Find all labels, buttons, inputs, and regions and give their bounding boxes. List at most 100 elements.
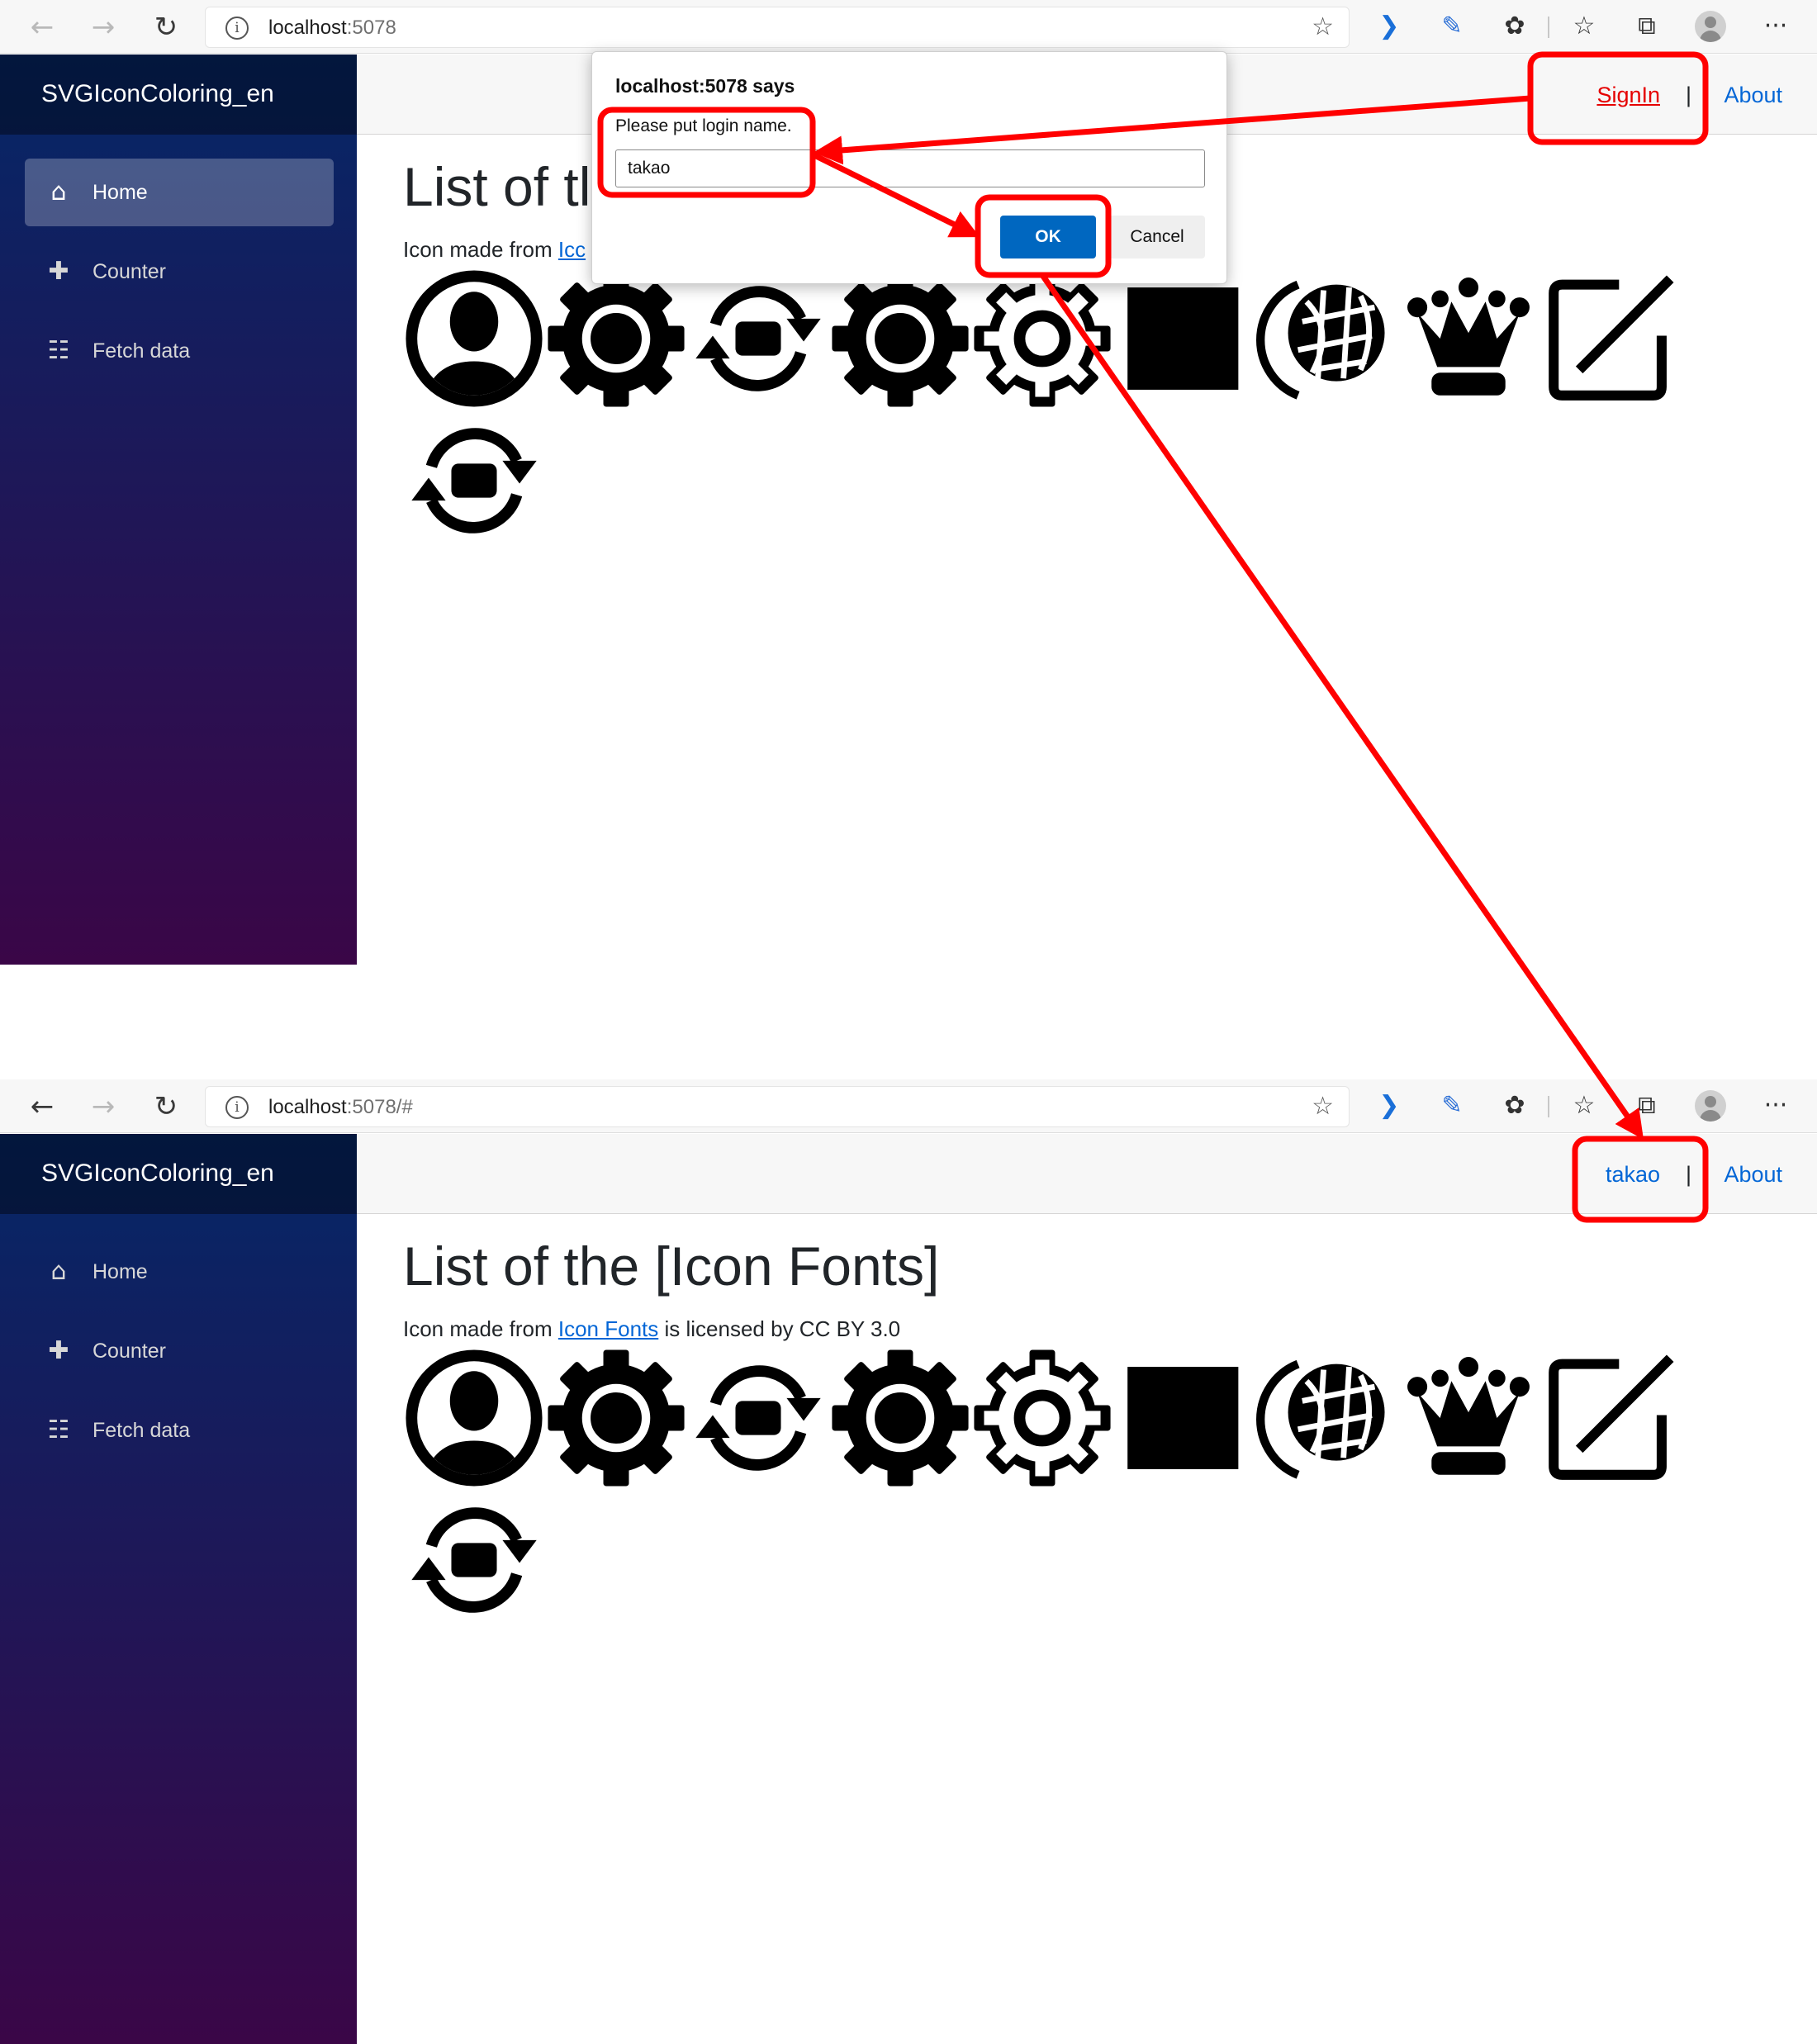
sidebar-item-label: Counter (93, 1340, 166, 1363)
user-circle-icon (403, 1347, 545, 1489)
extension-arrow-icon[interactable]: ❯ (1373, 1089, 1406, 1122)
more-menu-icon[interactable]: ··· (1759, 10, 1792, 43)
sidebar-item-label: Home (93, 181, 148, 204)
reload-icon[interactable]: ↻ (147, 8, 185, 46)
back-arrow-icon[interactable]: ← (23, 8, 61, 46)
screenshot-before-signin: ← → ↻ i localhost:5078 ☆ ❯ ✎ ✿ ☆ ⧉ ··· S… (0, 0, 1817, 965)
login-name-input[interactable]: takao (615, 149, 1205, 187)
sidebar-item-label: Fetch data (93, 1419, 191, 1442)
home-icon: ⌂ (50, 178, 67, 206)
pen-icon[interactable]: ✎ (1435, 10, 1468, 43)
icon-list (403, 268, 1691, 552)
gear-outline-icon (971, 268, 1113, 410)
url-host: localhost (268, 17, 347, 39)
sync-icon (403, 410, 545, 552)
credit-line: Icon made from Icon Fonts is licensed by… (403, 1316, 1791, 1342)
signin-link[interactable]: SignIn (1596, 81, 1660, 109)
info-icon[interactable]: i (225, 17, 249, 40)
url-rest: :5078/# (346, 1096, 413, 1118)
square-icon (1113, 1347, 1255, 1489)
puzzle-icon[interactable]: ✿ (1498, 10, 1531, 43)
crown-icon (1397, 1347, 1539, 1489)
favorites-icon[interactable]: ☆ (1568, 10, 1601, 43)
gear-icon (545, 268, 687, 410)
credit-prefix: Icon made from (403, 1316, 558, 1341)
collections-icon[interactable]: ⧉ (1630, 1089, 1663, 1122)
brand-title[interactable]: SVGIconColoring_en (41, 1158, 274, 1189)
brand-bar: SVGIconColoring_en (0, 1134, 357, 1214)
top-row-separator: | (1685, 83, 1691, 107)
forward-arrow-icon[interactable]: → (84, 1088, 122, 1126)
main-content: List of the [Icon Fonts] Icon made from … (403, 1233, 1791, 1631)
globe-icon (1255, 1347, 1397, 1489)
globe-icon (1255, 268, 1397, 410)
sidebar-item-label: Home (93, 1260, 148, 1283)
sidebar-item-home[interactable]: ⌂ Home (25, 159, 334, 226)
sidebar-item-home[interactable]: ⌂ Home (25, 1238, 334, 1306)
icon-fonts-link[interactable]: Icon Fonts (558, 1316, 658, 1341)
dialog-title: localhost:5078 says (615, 75, 795, 97)
address-bar[interactable]: i localhost:5078/# ☆ (205, 1086, 1350, 1127)
gear-icon (829, 268, 971, 410)
url-rest: :5078 (346, 17, 396, 39)
sync-icon (403, 1489, 545, 1631)
top-row-separator: | (1685, 1162, 1691, 1187)
edit-icon (1539, 268, 1682, 410)
url-host: localhost (268, 1096, 347, 1118)
pen-icon[interactable]: ✎ (1435, 1089, 1468, 1122)
list-icon: ☷ (47, 1416, 70, 1444)
sidebar-item-fetch-data[interactable]: ☷ Fetch data (25, 317, 334, 385)
puzzle-icon[interactable]: ✿ (1498, 1089, 1531, 1122)
dialog-message: Please put login name. (615, 116, 792, 135)
reload-icon[interactable]: ↻ (147, 1088, 185, 1126)
favorites-icon[interactable]: ☆ (1568, 1089, 1601, 1122)
forward-arrow-icon[interactable]: → (84, 8, 122, 46)
cancel-button[interactable]: Cancel (1109, 216, 1205, 258)
icon-fonts-link[interactable]: Icc (558, 237, 586, 262)
favorite-add-icon[interactable]: ☆ (1312, 14, 1334, 40)
ok-button[interactable]: OK (1000, 216, 1096, 258)
brand-title[interactable]: SVGIconColoring_en (41, 78, 274, 110)
url-text[interactable]: localhost:5078 (268, 16, 396, 40)
sidebar-item-label: Counter (93, 260, 166, 283)
toolbar-divider (1548, 1096, 1549, 1117)
square-icon (1113, 268, 1255, 410)
toolbar-divider (1548, 17, 1549, 38)
more-menu-icon[interactable]: ··· (1759, 1089, 1792, 1122)
icon-list (403, 1347, 1691, 1631)
gear-icon (545, 1347, 687, 1489)
gear-icon (829, 1347, 971, 1489)
address-bar[interactable]: i localhost:5078 ☆ (205, 7, 1350, 48)
collections-icon[interactable]: ⧉ (1630, 10, 1663, 43)
profile-avatar-icon[interactable] (1695, 11, 1726, 42)
about-link[interactable]: About (1724, 81, 1782, 109)
url-text[interactable]: localhost:5078/# (268, 1095, 413, 1120)
sidebar: SVGIconColoring_en ⌂ Home ✚ Counter ☷ Fe… (0, 55, 357, 965)
list-icon: ☷ (47, 336, 70, 365)
sidebar-item-fetch-data[interactable]: ☷ Fetch data (25, 1397, 334, 1464)
sidebar: SVGIconColoring_en ⌂ Home ✚ Counter ☷ Fe… (0, 1134, 357, 2044)
user-name-link[interactable]: takao (1606, 1160, 1660, 1188)
plus-icon: ✚ (48, 1336, 69, 1365)
user-circle-icon (403, 268, 545, 410)
back-arrow-icon[interactable]: ← (23, 1088, 61, 1126)
sidebar-item-label: Fetch data (93, 339, 191, 363)
favorite-add-icon[interactable]: ☆ (1312, 1093, 1334, 1120)
brand-bar: SVGIconColoring_en (0, 55, 357, 135)
credit-suffix: is licensed by CC BY 3.0 (658, 1316, 901, 1341)
edit-icon (1539, 1347, 1682, 1489)
sync-icon (687, 1347, 829, 1489)
sidebar-item-counter[interactable]: ✚ Counter (25, 238, 334, 306)
profile-avatar-icon[interactable] (1695, 1090, 1726, 1122)
home-icon: ⌂ (50, 1257, 67, 1286)
page-title: List of the [Icon Fonts] (403, 1235, 940, 1297)
credit-prefix: Icon made from (403, 237, 558, 262)
info-icon[interactable]: i (225, 1096, 249, 1119)
about-link[interactable]: About (1724, 1160, 1782, 1188)
sidebar-item-counter[interactable]: ✚ Counter (25, 1317, 334, 1385)
screenshot-after-signin: ← → ↻ i localhost:5078/# ☆ ❯ ✎ ✿ ☆ ⧉ ···… (0, 1079, 1817, 2044)
extension-arrow-icon[interactable]: ❯ (1373, 10, 1406, 43)
crown-icon (1397, 268, 1539, 410)
sync-icon (687, 268, 829, 410)
top-row: takao | About (357, 1134, 1817, 1214)
